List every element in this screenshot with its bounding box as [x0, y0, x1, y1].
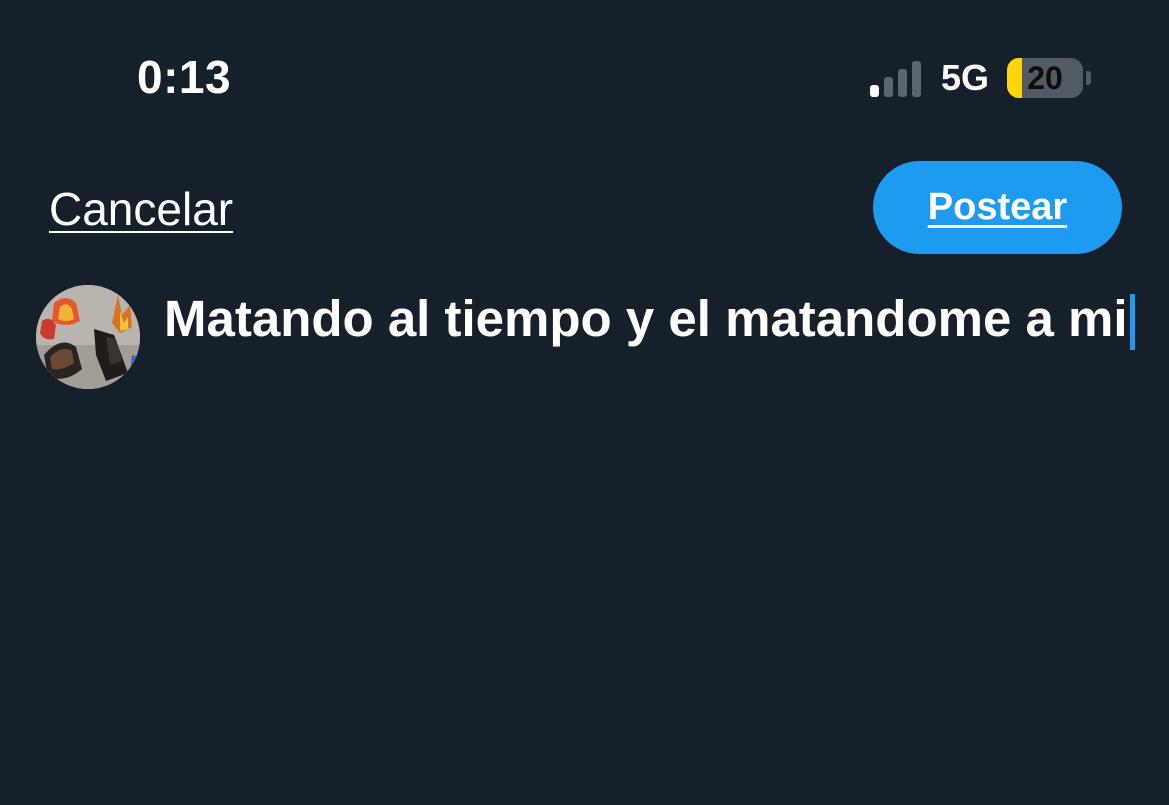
battery-cap [1086, 71, 1091, 85]
cancel-button[interactable]: Cancelar [49, 182, 233, 236]
cellular-signal-icon [869, 59, 921, 97]
compose-text-area[interactable]: Matando al tiempo y el matandome a mi [164, 287, 1139, 350]
battery-icon: 20 [1007, 58, 1091, 98]
status-time: 0:13 [137, 51, 232, 103]
user-avatar[interactable] [36, 285, 140, 389]
signal-bar [911, 61, 921, 97]
post-button-label: Postear [927, 186, 1068, 228]
network-type: 5G [940, 57, 989, 98]
compose-screen: 0:13 5G 20 Cancelar Postear Matando al t… [0, 0, 1169, 805]
compose-text: Matando al tiempo y el matandome a mi [164, 290, 1128, 347]
signal-bar [897, 69, 907, 97]
battery-body: 20 [1007, 58, 1083, 98]
post-button[interactable]: Postear [873, 161, 1122, 254]
battery-level: 20 [1027, 59, 1063, 96]
signal-bar [883, 77, 893, 97]
status-indicators: 5G 20 [869, 56, 1091, 100]
signal-bar [869, 85, 879, 97]
avatar-image [36, 285, 140, 389]
text-cursor [1129, 294, 1135, 350]
